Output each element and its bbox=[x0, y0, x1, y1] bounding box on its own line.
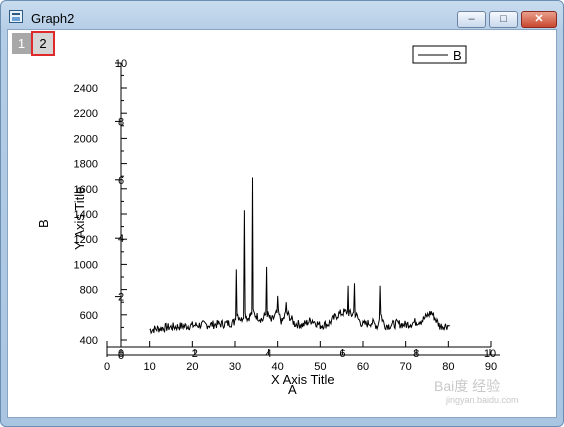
layer2-y-tick-label: 1800 bbox=[74, 159, 98, 171]
layer2-y-tick-label: 400 bbox=[80, 335, 98, 347]
layer2-y-tick-label: 1000 bbox=[74, 259, 98, 271]
layer1-y-tick-label: 10 bbox=[115, 58, 127, 70]
watermark-url: jingyan.baidu.com bbox=[446, 395, 519, 405]
layer2-y-axis-title[interactable]: B bbox=[36, 219, 51, 228]
layer2-x-axis-title[interactable]: A bbox=[288, 382, 297, 397]
layer2-x-tick-label: 70 bbox=[400, 361, 412, 373]
layer1-y-tick-label: 8 bbox=[118, 116, 124, 128]
layer1-y-tick-label: 0 bbox=[118, 350, 124, 362]
layer2-x-tick-label: 80 bbox=[442, 361, 454, 373]
layer2-x-tick-label: 90 bbox=[485, 361, 497, 373]
layer2-y-tick-label: 2000 bbox=[74, 133, 98, 145]
layer2-x-tick-label: 10 bbox=[144, 361, 156, 373]
layer2-x-tick-label: 20 bbox=[186, 361, 198, 373]
layer1-x-tick-label: 4 bbox=[266, 348, 272, 360]
layer1-x-tick-label: 2 bbox=[192, 348, 198, 360]
layer1-y-tick-label: 2 bbox=[118, 292, 124, 304]
layer1-y-tick-label: 4 bbox=[118, 233, 124, 245]
layer1-x-tick-label: 6 bbox=[339, 348, 345, 360]
layer2-y-tick-label: 2200 bbox=[74, 108, 98, 120]
layer2-x-tick-label: 30 bbox=[229, 361, 241, 373]
layer2-x-tick-label: 0 bbox=[104, 361, 110, 373]
legend-label-b: B bbox=[453, 48, 462, 63]
layer1-x-tick-label: 8 bbox=[413, 348, 419, 360]
layer2-y-tick-label: 600 bbox=[80, 310, 98, 322]
layer1-y-tick-label: 6 bbox=[118, 175, 124, 187]
layer1-x-tick-label: 10 bbox=[484, 348, 496, 360]
plot-canvas[interactable]: 4006008001000120014001600180020002200240… bbox=[0, 0, 564, 427]
series-b-line bbox=[149, 177, 450, 335]
watermark-logo: Bai度 经验 bbox=[434, 378, 501, 394]
layer2-x-tick-label: 60 bbox=[357, 361, 369, 373]
layer2-y-tick-label: 800 bbox=[80, 285, 98, 297]
layer1-x-axis-title[interactable]: X Axis Title bbox=[271, 372, 335, 387]
layer1-y-axis-title[interactable]: Y Axis Title bbox=[72, 187, 87, 250]
layer2-y-tick-label: 2400 bbox=[74, 83, 98, 95]
